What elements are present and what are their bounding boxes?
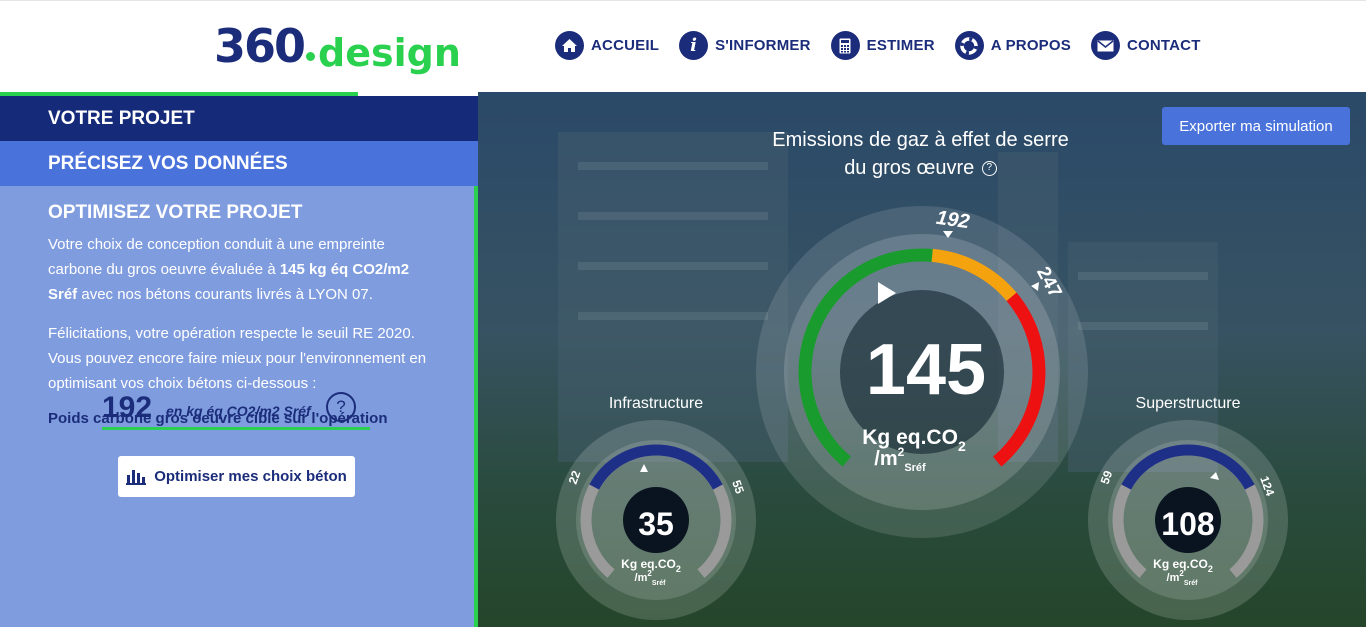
logo-word: design [318, 31, 461, 75]
result-paragraph: Votre choix de conception conduit à une … [48, 232, 434, 307]
super-gauge: 59 124 108 Kg eq.CO2 /m2Sréf [1088, 420, 1288, 620]
logo[interactable]: 360 design [214, 19, 461, 75]
calculator-icon [830, 31, 860, 60]
left-panel: VOTRE PROJET PRÉCISEZ VOS DONNÉES OPTIMI… [0, 92, 478, 627]
optimize-button-label: Optimiser mes choix béton [154, 468, 347, 485]
nav-accueil[interactable]: ACCUEIL [555, 31, 659, 60]
nav-estimer[interactable]: ESTIMER [830, 31, 935, 60]
cible-value: 192 [102, 390, 153, 424]
nav-apropos[interactable]: A PROPOS [954, 31, 1071, 60]
main-gauge-unit2-text: /m [874, 448, 897, 470]
home-icon [555, 31, 584, 60]
threshold-192-label: 192 [935, 207, 971, 233]
main-gauge-unit-sub: 2 [958, 438, 966, 454]
infra-gauge: 22 55 35 Kg eq.CO2 /m2Sréf [556, 420, 756, 620]
nav-sinformer[interactable]: i S'INFORMER [679, 31, 811, 60]
nav-label: S'INFORMER [715, 37, 811, 54]
lifebuoy-icon [954, 31, 984, 60]
super-unit2-sup: 2 [1179, 569, 1184, 578]
main-gauge: 192 247 145 Kg eq.CO2 /m2Sréf [756, 206, 1088, 538]
infra-unit-sub: 2 [676, 564, 681, 574]
results-area: Exporter ma simulation Emissions de gaz … [478, 92, 1366, 627]
optimisez-title: OPTIMISEZ VOTRE PROJET [48, 202, 303, 223]
mail-icon [1090, 31, 1120, 60]
super-unit2-text: /m [1167, 572, 1180, 584]
help-icon[interactable]: ? [326, 392, 356, 422]
header: 360 design ACCUEIL i S'INFORMER ESTIMER [0, 0, 1366, 92]
super-unit-sub: 2 [1208, 564, 1213, 574]
result-text-c: avec nos bétons courants livrés à LYON 0… [77, 286, 373, 303]
step-label: PRÉCISEZ VOS DONNÉES [48, 152, 288, 174]
progress-strip [0, 92, 358, 96]
infra-unit2-sup: 2 [647, 569, 652, 578]
infra-unit2-sub: Sréf [652, 580, 666, 587]
main-gauge-value: 145 [866, 330, 986, 410]
main-gauge-unit-text: Kg eq.CO [862, 426, 958, 449]
app-root: 360 design ACCUEIL i S'INFORMER ESTIMER [0, 0, 1366, 627]
nav-label: ESTIMER [866, 37, 935, 54]
infra-unit2-text: /m [635, 572, 648, 584]
optimize-concrete-button[interactable]: Optimiser mes choix béton [118, 456, 355, 497]
logo-dot [306, 52, 316, 61]
main-gauge-unit2-sup: 2 [898, 445, 905, 459]
infra-value: 35 [638, 506, 674, 542]
nav-label: CONTACT [1126, 37, 1201, 54]
step-votre-projet[interactable]: VOTRE PROJET [0, 96, 478, 141]
logo-number: 360 [214, 19, 306, 73]
congrats-paragraph: Félicitations, votre opération respecte … [48, 325, 427, 392]
super-value: 108 [1161, 506, 1214, 542]
main-gauge-unit2-sub: Sréf [904, 462, 926, 474]
step-precisez-donnees[interactable]: PRÉCISEZ VOS DONNÉES [0, 141, 478, 186]
nav-contact[interactable]: CONTACT [1090, 31, 1201, 60]
nav-label: A PROPOS [990, 37, 1071, 54]
step-label: VOTRE PROJET [48, 107, 195, 129]
cible-unit: en kg éq CO2/m2 Sréf [166, 402, 311, 419]
super-unit2-sub: Sréf [1184, 580, 1198, 587]
main-nav: ACCUEIL i S'INFORMER ESTIMER A PROPOS CO… [555, 31, 1201, 60]
nav-label: ACCUEIL [591, 37, 660, 54]
cible-target: 192 en kg éq CO2/m2 Sréf ? [102, 388, 370, 430]
bar-chart-icon [126, 469, 147, 485]
gauges-svg: 192 247 145 Kg eq.CO2 /m2Sréf 22 55 35 K… [556, 206, 1288, 620]
info-icon: i [679, 31, 709, 60]
